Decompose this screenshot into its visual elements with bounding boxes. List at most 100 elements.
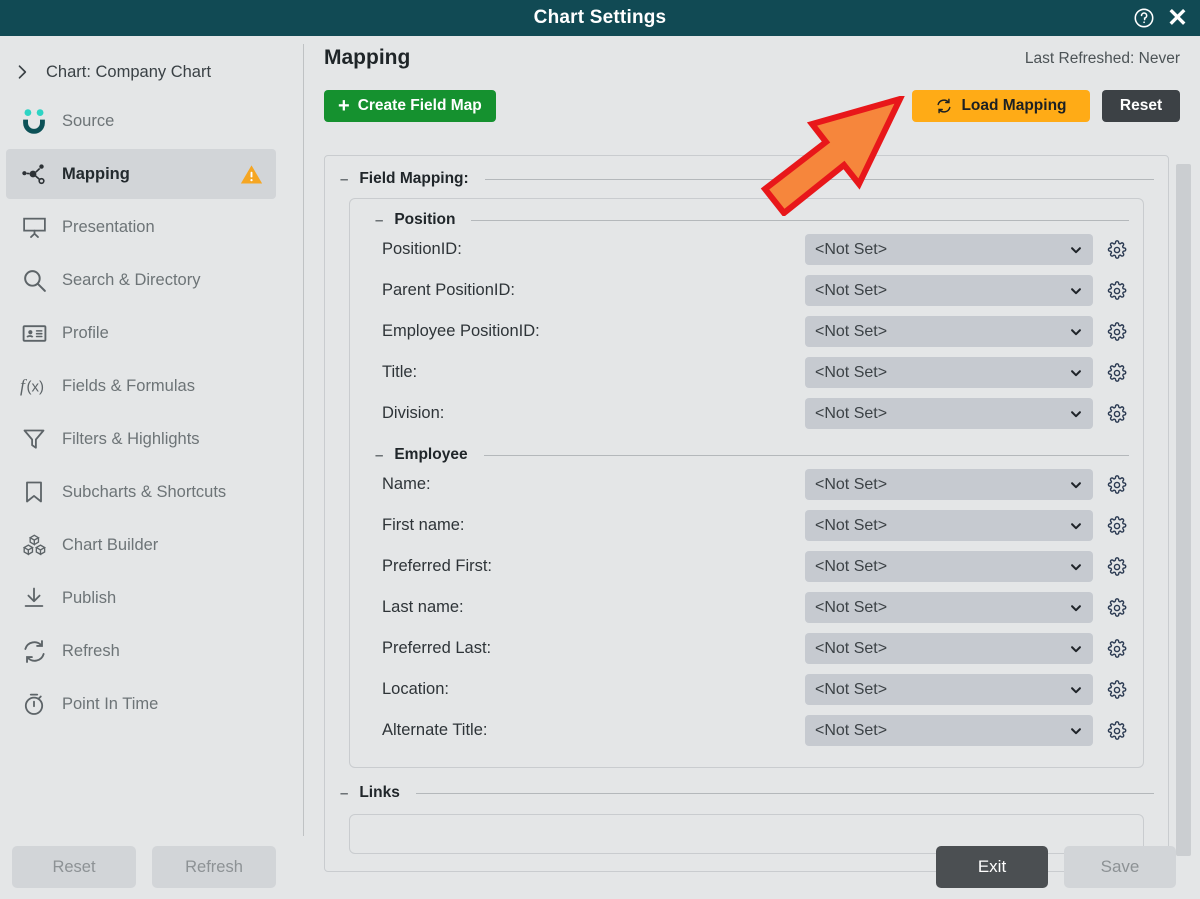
gear-icon[interactable] (1105, 515, 1129, 536)
select-value: <Not Set> (815, 557, 888, 575)
svg-text:(x): (x) (27, 379, 45, 396)
gear-icon[interactable] (1105, 679, 1129, 700)
title-select[interactable]: <Not Set> (805, 357, 1093, 388)
chevron-down-icon (1069, 243, 1083, 257)
last-name-select[interactable]: <Not Set> (805, 592, 1093, 623)
refresh-cycle-icon (935, 97, 953, 115)
breadcrumb[interactable]: Chart: Company Chart (0, 52, 304, 92)
sidebar-item-filters-highlights[interactable]: Filters & Highlights (6, 414, 276, 464)
collapse-toggle-icon[interactable]: – (339, 786, 349, 801)
position-legend: – Position (364, 211, 1129, 229)
employee-positionid-select[interactable]: <Not Set> (805, 316, 1093, 347)
sidebar-item-presentation[interactable]: Presentation (6, 202, 276, 252)
location-select[interactable]: <Not Set> (805, 674, 1093, 705)
sidebar-reset-button[interactable]: Reset (12, 846, 136, 888)
gear-icon[interactable] (1105, 239, 1129, 260)
sidebar-item-label: Search & Directory (62, 270, 201, 289)
sidebar-item-search-directory[interactable]: Search & Directory (6, 255, 276, 305)
collapse-toggle-icon[interactable]: – (374, 448, 384, 463)
field-label: First name: (382, 516, 465, 534)
funnel-filter-icon (14, 426, 54, 452)
plus-icon: + (338, 95, 350, 117)
question-circle-icon[interactable] (1133, 7, 1155, 29)
gear-icon[interactable] (1105, 720, 1129, 741)
first-name-select[interactable]: <Not Set> (805, 510, 1093, 541)
sidebar-item-point-in-time[interactable]: Point In Time (6, 679, 276, 729)
exit-button[interactable]: Exit (936, 846, 1048, 888)
sidebar-item-source[interactable]: Source (6, 96, 276, 146)
field-mapping-legend-label: Field Mapping: (359, 170, 469, 187)
page-title: Mapping (324, 46, 411, 69)
field-label: PositionID: (382, 240, 462, 258)
reset-mapping-button[interactable]: Reset (1102, 90, 1180, 122)
bookmark-icon (14, 479, 54, 505)
main-panel: Mapping Last Refreshed: Never + Create F… (304, 36, 1200, 899)
sidebar-item-profile[interactable]: Profile (6, 308, 276, 358)
vertical-scrollbar-thumb[interactable] (1176, 164, 1191, 856)
position-legend-label: Position (394, 211, 456, 228)
select-value: <Not Set> (815, 680, 888, 698)
sidebar-footer: Reset Refresh (0, 835, 304, 899)
field-row: First name: <Not Set> (364, 505, 1129, 546)
field-label: Employee PositionID: (382, 322, 540, 340)
sidebar-item-label: Fields & Formulas (62, 376, 195, 395)
close-icon[interactable]: ✕ (1167, 5, 1188, 31)
gear-icon[interactable] (1105, 403, 1129, 424)
collapse-toggle-icon[interactable]: – (339, 172, 349, 187)
field-label: Last name: (382, 598, 464, 616)
gear-icon[interactable] (1105, 362, 1129, 383)
chevron-down-icon (1069, 519, 1083, 533)
window-titlebar: Chart Settings ✕ (0, 0, 1200, 36)
gear-icon[interactable] (1105, 556, 1129, 577)
sidebar-item-label: Mapping (62, 164, 130, 183)
preferred-last-select[interactable]: <Not Set> (805, 633, 1093, 664)
collapse-toggle-icon[interactable]: – (374, 213, 384, 228)
chevron-down-icon (1069, 683, 1083, 697)
select-value: <Not Set> (815, 322, 888, 340)
field-label: Name: (382, 475, 431, 493)
refresh-cycle-icon (14, 638, 54, 665)
gear-icon[interactable] (1105, 638, 1129, 659)
create-field-map-button[interactable]: + Create Field Map (324, 90, 496, 122)
sidebar-item-mapping[interactable]: Mapping (6, 149, 276, 199)
mapping-scroll-region[interactable]: – Field Mapping: – Position PositionID: (324, 155, 1169, 872)
alternate-title-select[interactable]: <Not Set> (805, 715, 1093, 746)
field-label: Alternate Title: (382, 721, 488, 739)
field-label: Preferred Last: (382, 639, 492, 657)
sidebar-item-label: Subcharts & Shortcuts (62, 482, 227, 501)
sidebar-refresh-button[interactable]: Refresh (152, 846, 276, 888)
division-select[interactable]: <Not Set> (805, 398, 1093, 429)
positionid-select[interactable]: <Not Set> (805, 234, 1093, 265)
sidebar-item-chart-builder[interactable]: Chart Builder (6, 520, 276, 570)
field-label: Preferred First: (382, 557, 493, 575)
load-mapping-button[interactable]: Load Mapping (912, 90, 1090, 122)
preferred-first-select[interactable]: <Not Set> (805, 551, 1093, 582)
download-arrow-icon (14, 585, 54, 611)
select-value: <Not Set> (815, 516, 888, 534)
window-actions: ✕ (1133, 0, 1188, 36)
employee-legend-label: Employee (394, 446, 468, 463)
select-value: <Not Set> (815, 475, 888, 493)
window-title: Chart Settings (533, 7, 667, 28)
sidebar-item-subcharts-shortcuts[interactable]: Subcharts & Shortcuts (6, 467, 276, 517)
presentation-screen-icon (14, 214, 54, 241)
parent-positionid-select[interactable]: <Not Set> (805, 275, 1093, 306)
main-header: Mapping Last Refreshed: Never (304, 36, 1200, 84)
field-row: Last name: <Not Set> (364, 587, 1129, 628)
warning-triangle-icon (239, 162, 264, 187)
save-button[interactable]: Save (1064, 846, 1176, 888)
gear-icon[interactable] (1105, 280, 1129, 301)
gear-icon[interactable] (1105, 597, 1129, 618)
sidebar-item-publish[interactable]: Publish (6, 573, 276, 623)
chart-settings-window: Chart Settings ✕ Chart: Company Chart So… (0, 0, 1200, 899)
sidebar-item-fields-formulas[interactable]: f (x) Fields & Formulas (6, 361, 276, 411)
select-value: <Not Set> (815, 639, 888, 657)
stopwatch-icon (14, 691, 54, 717)
employee-subgroup: – Employee Name: <Not Set> First name: <… (364, 446, 1129, 751)
gear-icon[interactable] (1105, 474, 1129, 495)
sidebar-item-refresh[interactable]: Refresh (6, 626, 276, 676)
gear-icon[interactable] (1105, 321, 1129, 342)
field-row: Alternate Title: <Not Set> (364, 710, 1129, 751)
chevron-down-icon (1069, 724, 1083, 738)
name-select[interactable]: <Not Set> (805, 469, 1093, 500)
